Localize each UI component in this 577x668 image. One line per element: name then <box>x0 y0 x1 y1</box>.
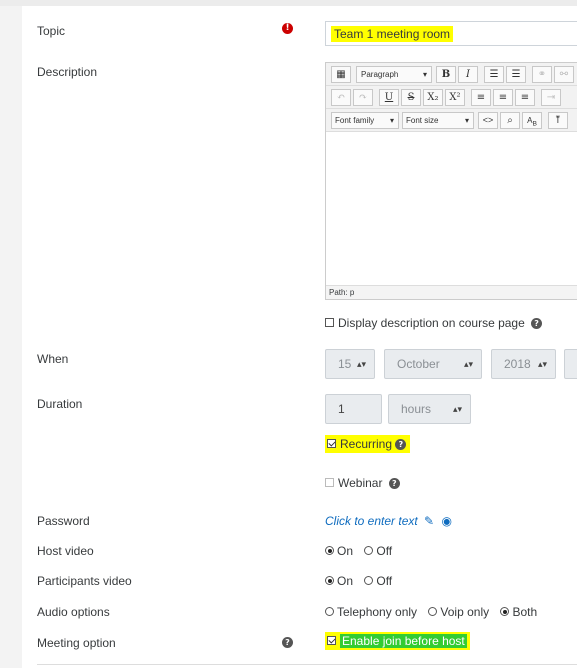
toolbar-toggle-icon[interactable]: ▦ <box>331 66 351 83</box>
link-icon[interactable]: ⚭ <box>532 66 552 83</box>
recurring-checkbox[interactable] <box>327 439 336 449</box>
editor-toolbar-row-3: Font family ▾ Font size ▾ <> ⌕ AB ⤒ <box>326 109 577 132</box>
help-icon[interactable]: ? <box>388 478 400 490</box>
upload-icon[interactable]: ⤒ <box>548 112 568 129</box>
participants-video-label: Participants video <box>37 574 132 588</box>
updown-icon: ▴▾ <box>356 359 366 369</box>
participants-video-on-label: On <box>337 574 354 588</box>
required-icon: ! <box>282 23 293 34</box>
font-family-dropdown[interactable]: Font family ▾ <box>331 112 399 129</box>
hour-select[interactable]: 1 <box>564 349 577 379</box>
duration-input[interactable]: 1 <box>325 394 382 424</box>
underline-icon[interactable]: U <box>379 89 399 106</box>
chevron-down-icon: ▾ <box>389 116 394 125</box>
display-description-label: Display description on course page <box>338 316 525 330</box>
recurring-row[interactable]: Recurring ? <box>325 435 411 453</box>
indent-icon[interactable]: ⇥ <box>541 89 561 106</box>
duration-label: Duration <box>37 397 83 411</box>
host-video-radios: On Off <box>325 544 392 558</box>
webinar-row[interactable]: Webinar ? <box>325 476 400 490</box>
help-icon[interactable]: ? <box>282 637 293 648</box>
join-before-host-checkbox[interactable] <box>327 636 336 646</box>
telephony-radio[interactable] <box>325 607 334 617</box>
align-center-icon[interactable]: ≡ <box>493 89 513 106</box>
topic-input[interactable]: Team 1 meeting room <box>325 21 577 46</box>
topic-value: Team 1 meeting room <box>331 26 454 42</box>
when-label: When <box>37 352 69 366</box>
editor-toolbar-row-2: ↶ ↷ U S X₂ X² ≡ ≡ ≡ ⇥ <box>326 86 577 109</box>
host-video-label: Host video <box>37 544 94 558</box>
help-icon[interactable]: ? <box>531 318 543 330</box>
webinar-label: Webinar <box>338 476 383 490</box>
password-link[interactable]: Click to enter text <box>325 514 418 528</box>
editor-path: Path: p <box>326 285 577 299</box>
align-right-icon[interactable]: ≡ <box>515 89 535 106</box>
code-icon[interactable]: <> <box>478 112 498 129</box>
password-label: Password <box>37 514 90 528</box>
divider <box>37 664 577 665</box>
bold-icon[interactable]: B <box>436 66 456 83</box>
paragraph-dropdown[interactable]: Paragraph ▾ <box>356 66 432 83</box>
subscript-icon[interactable]: X₂ <box>423 89 443 106</box>
meeting-option-label: Meeting option <box>37 636 116 650</box>
find-icon[interactable]: ⌕ <box>500 112 520 129</box>
audio-options-radios: Telephony only Voip only Both <box>325 605 537 619</box>
numbered-list-icon[interactable]: ☰ <box>506 66 526 83</box>
superscript-icon[interactable]: X² <box>445 89 465 106</box>
month-select[interactable]: October ▴▾ <box>384 349 482 379</box>
day-select[interactable]: 15 ▴▾ <box>325 349 375 379</box>
host-video-off-label: Off <box>376 544 393 558</box>
both-label: Both <box>512 605 538 619</box>
join-before-host-label: Enable join before host <box>340 634 467 648</box>
participants-video-off-radio[interactable] <box>364 576 374 586</box>
undo-icon[interactable]: ↶ <box>331 89 351 106</box>
italic-icon[interactable]: I <box>458 66 478 83</box>
host-video-on-label: On <box>337 544 354 558</box>
both-radio[interactable] <box>500 607 510 617</box>
host-video-on-radio[interactable] <box>325 546 334 556</box>
replace-icon[interactable]: AB <box>522 112 542 129</box>
strikethrough-icon[interactable]: S <box>401 89 421 106</box>
align-left-icon[interactable]: ≡ <box>471 89 491 106</box>
topic-label: Topic <box>37 24 66 38</box>
meeting-option-row[interactable]: Enable join before host <box>325 632 470 650</box>
display-description-checkbox[interactable] <box>325 318 334 328</box>
telephony-label: Telephony only <box>337 605 418 619</box>
bullet-list-icon[interactable]: ☰ <box>484 66 504 83</box>
editor-toolbar-row-1: ▦ Paragraph ▾ B I ☰ ☰ ⚭ ⚯ <box>326 63 577 86</box>
year-select[interactable]: 2018 ▴▾ <box>491 349 556 379</box>
duration-unit-select[interactable]: hours ▴▾ <box>388 394 471 424</box>
webinar-checkbox[interactable] <box>325 478 334 488</box>
unlink-icon[interactable]: ⚯ <box>554 66 574 83</box>
updown-icon: ▴▾ <box>463 359 473 369</box>
recurring-label: Recurring <box>340 437 393 451</box>
password-row[interactable]: Click to enter text ✎ ◉ <box>325 514 452 528</box>
pencil-icon[interactable]: ✎ <box>424 514 434 528</box>
participants-video-on-radio[interactable] <box>325 576 334 586</box>
font-size-dropdown[interactable]: Font size ▾ <box>402 112 474 129</box>
participants-video-off-label: Off <box>376 574 393 588</box>
updown-icon: ▴▾ <box>452 404 462 414</box>
audio-options-label: Audio options <box>37 605 110 619</box>
redo-icon[interactable]: ↷ <box>353 89 373 106</box>
display-description-row[interactable]: Display description on course page ? <box>325 316 543 330</box>
eye-icon[interactable]: ◉ <box>441 514 451 528</box>
chevron-down-icon: ▾ <box>464 116 469 125</box>
voip-label: Voip only <box>440 605 490 619</box>
participants-video-radios: On Off <box>325 574 392 588</box>
voip-radio[interactable] <box>428 607 438 617</box>
updown-icon: ▴▾ <box>537 359 547 369</box>
description-label: Description <box>37 65 98 79</box>
chevron-down-icon: ▾ <box>422 70 427 79</box>
host-video-off-radio[interactable] <box>364 546 374 556</box>
help-icon[interactable]: ? <box>395 439 407 451</box>
description-editor[interactable]: ▦ Paragraph ▾ B I ☰ ☰ ⚭ ⚯ ↶ ↷ U S X₂ X² ≡… <box>325 62 577 300</box>
